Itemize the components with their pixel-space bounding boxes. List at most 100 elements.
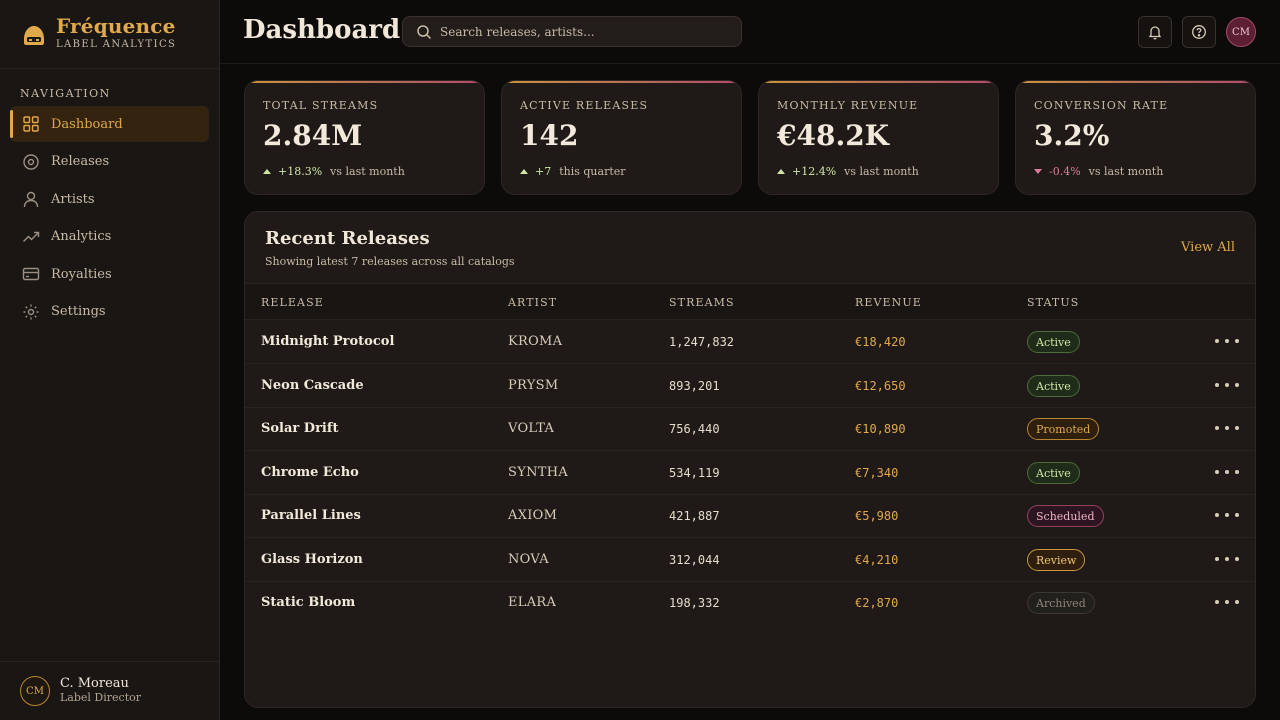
stat-delta: -0.4% vs last month [1034,165,1163,178]
more-options-icon[interactable] [1215,419,1239,437]
brand-subtitle: LABEL ANALYTICS [56,39,177,50]
sidebar-item-label: Artists [51,191,95,207]
delta-value: +7 [535,165,552,178]
column-header-streams[interactable]: STREAMS [669,296,735,309]
status-badge: Scheduled [1027,505,1104,527]
user-profile[interactable]: CM C. Moreau Label Director [20,676,141,706]
brand[interactable]: Fréquence LABEL ANALYTICS [20,14,176,52]
stat-label: MONTHLY REVENUE [777,99,919,112]
stat-label: CONVERSION RATE [1034,99,1169,112]
stream-count: 198,332 [669,596,720,610]
table-row[interactable]: Midnight Protocol KROMA 1,247,832 €18,42… [245,320,1255,364]
help-button[interactable] [1182,16,1216,48]
arrow-down-icon [1034,169,1042,174]
more-options-icon[interactable] [1215,332,1239,350]
card-icon [22,265,40,283]
nav-heading: NAVIGATION [20,87,111,100]
table-row[interactable]: Static Bloom ELARA 198,332 €2,870 Archiv… [245,581,1255,625]
status-badge: Active [1027,331,1080,353]
trend-icon [22,228,40,246]
column-header-artist[interactable]: ARTIST [508,296,557,309]
revenue-amount: €2,870 [855,596,899,610]
delta-note: vs last month [844,165,919,178]
table-row[interactable]: Chrome Echo SYNTHA 534,119 €7,340 Active [245,451,1255,495]
stat-card-total-streams: TOTAL STREAMS 2.84M +18.3% vs last month [244,80,485,195]
artist-name: AXIOM [508,508,558,523]
stat-delta: +18.3% vs last month [263,165,405,178]
delta-note: vs last month [1088,165,1164,178]
panel-subtitle: Showing latest 7 releases across all cat… [265,255,515,268]
artist-name: PRYSM [508,378,559,393]
revenue-amount: €7,340 [855,466,899,480]
topbar: Dashboard CM [220,0,1280,64]
status-badge: Review [1027,549,1086,571]
artist-name: KROMA [508,334,563,349]
arrow-up-icon [520,169,528,174]
sidebar-item-label: Analytics [51,229,112,244]
brand-name: Fréquence [56,14,176,38]
revenue-amount: €12,650 [855,379,906,393]
gear-icon [22,303,40,321]
table-row[interactable]: Glass Horizon NOVA 312,044 €4,210 Review [245,538,1255,582]
table-row[interactable]: Solar Drift VOLTA 756,440 €10,890 Promot… [245,407,1255,451]
help-icon [1192,25,1206,39]
panel-title: Recent Releases [265,228,430,249]
stream-count: 893,201 [669,379,720,393]
delta-note: this quarter [559,165,626,178]
revenue-amount: €18,420 [855,335,906,349]
status-badge: Active [1027,375,1080,397]
revenue-amount: €10,890 [855,422,906,436]
sidebar-item-dashboard[interactable]: Dashboard [10,106,209,142]
search-input[interactable] [440,24,720,39]
status-badge: Archived [1027,592,1095,614]
sidebar-item-settings[interactable]: Settings [10,294,209,330]
search-box[interactable] [402,16,742,47]
stream-count: 312,044 [669,553,720,567]
arrow-up-icon [263,169,271,174]
user-icon [22,190,40,208]
table-row[interactable]: Neon Cascade PRYSM 893,201 €12,650 Activ… [245,364,1255,408]
more-options-icon[interactable] [1215,593,1239,611]
stat-value: 3.2% [1034,119,1110,152]
search-icon [417,24,432,39]
revenue-amount: €5,980 [855,509,899,523]
more-options-icon[interactable] [1215,463,1239,481]
column-header-revenue[interactable]: REVENUE [855,296,922,309]
table-row[interactable]: Parallel Lines AXIOM 421,887 €5,980 Sche… [245,494,1255,538]
more-options-icon[interactable] [1215,550,1239,568]
user-avatar-button[interactable]: CM [1226,17,1256,47]
disc-icon [22,153,40,171]
release-title: Solar Drift [261,421,339,436]
artist-name: ELARA [508,595,557,610]
sidebar-item-releases[interactable]: Releases [10,144,209,180]
sidebar-user-divider [0,661,219,662]
more-options-icon[interactable] [1215,506,1239,524]
stream-count: 756,440 [669,422,720,436]
sidebar-item-label: Royalties [51,266,112,282]
stat-label: TOTAL STREAMS [263,99,379,112]
release-title: Static Bloom [261,595,356,610]
stat-value: €48.2K [777,119,890,152]
delta-value: +18.3% [278,165,323,178]
arrow-up-icon [777,169,785,174]
column-header-status[interactable]: STATUS [1027,296,1079,309]
more-options-icon[interactable] [1215,376,1239,394]
stat-delta: +7 this quarter [520,165,626,178]
revenue-amount: €4,210 [855,553,899,567]
logo-icon [24,25,44,45]
avatar: CM [20,676,50,706]
view-all-link[interactable]: View All [1181,240,1235,255]
bell-icon [1148,26,1162,40]
column-header-release[interactable]: RELEASE [261,296,324,309]
nav-list: Dashboard Releases Artists Analytics Roy… [10,106,209,331]
stat-card-active-releases: ACTIVE RELEASES 142 +7 this quarter [501,80,742,195]
sidebar-item-artists[interactable]: Artists [10,181,209,217]
stat-card-conversion-rate: CONVERSION RATE 3.2% -0.4% vs last month [1015,80,1256,195]
sidebar-item-analytics[interactable]: Analytics [10,219,209,255]
artist-name: SYNTHA [508,465,569,480]
artist-name: NOVA [508,552,549,567]
stat-value: 2.84M [263,119,363,152]
stat-label: ACTIVE RELEASES [520,99,649,112]
notifications-button[interactable] [1138,16,1172,48]
sidebar-item-royalties[interactable]: Royalties [10,256,209,292]
